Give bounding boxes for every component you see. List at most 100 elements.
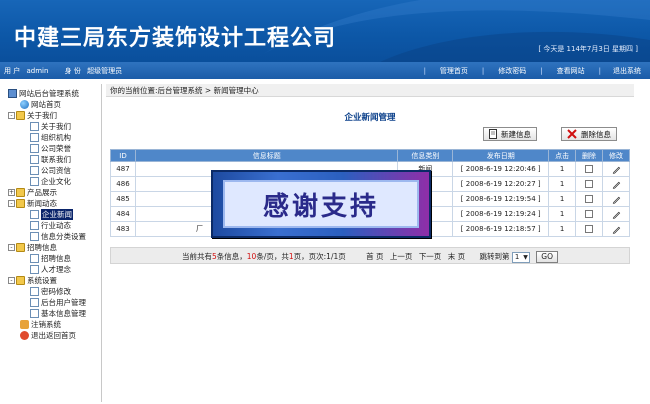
tree-item-company-news[interactable]: 企业新闻 — [30, 209, 73, 220]
cell-edit — [602, 221, 630, 237]
page-select[interactable]: 1 ▼ — [511, 251, 530, 263]
nav-link-logout[interactable]: 退出系统 — [604, 66, 650, 76]
pager-first-link[interactable]: 首 页 — [366, 252, 383, 261]
doc-icon — [30, 221, 39, 230]
tree-label: 注销系统 — [31, 320, 61, 329]
tree-item-organization[interactable]: 组织机构 — [30, 132, 71, 143]
folder-icon — [16, 188, 25, 197]
tree-folder-system[interactable]: - 系统设置 — [8, 275, 57, 286]
cell-edit — [602, 161, 630, 177]
cell-id: 485 — [110, 191, 136, 207]
cell-clicks: 1 — [548, 161, 577, 177]
tree-label: 企业新闻 — [41, 209, 73, 220]
new-item-button[interactable]: 新建信息 — [483, 127, 537, 141]
tree-item-logout[interactable]: 注销系统 — [20, 319, 61, 330]
tree-item-category-settings[interactable]: 信息分类设置 — [30, 231, 86, 242]
tree-label: 后台用户管理 — [41, 298, 86, 307]
tree-item-talent[interactable]: 人才理念 — [30, 264, 71, 275]
cell-delete — [575, 206, 603, 222]
edit-pencil-icon[interactable] — [612, 165, 621, 174]
nav-link-admin-home[interactable]: 管理首页 — [429, 66, 479, 76]
edit-pencil-icon[interactable] — [612, 210, 621, 219]
user-info: 用 户 admin 身 份 超级管理员 — [4, 66, 126, 76]
column-header-date: 发布日期 — [452, 149, 550, 162]
edit-pencil-icon[interactable] — [612, 225, 621, 234]
cell-date: [ 2008-6-19 12:20:46 ] — [452, 161, 550, 177]
nav-link-view-site[interactable]: 查看网站 — [546, 66, 596, 76]
tree-label: 招聘信息 — [27, 243, 57, 252]
pager-next-link[interactable]: 下一页 — [419, 252, 442, 261]
column-header-title: 信息标题 — [134, 149, 399, 162]
doc-icon — [30, 232, 39, 241]
collapse-icon[interactable]: - — [8, 277, 15, 284]
page-select-value: 1 — [514, 252, 520, 261]
delete-checkbox[interactable] — [585, 165, 594, 173]
tree-label: 网站后台管理系统 — [19, 89, 79, 98]
pager-current: 1/1 — [326, 252, 339, 261]
cell-edit — [602, 206, 630, 222]
tree-item-contact[interactable]: 联系我们 — [30, 154, 71, 165]
tree-label: 公司荣誉 — [41, 144, 71, 153]
chevron-down-icon: ▼ — [523, 253, 528, 261]
cell-date: [ 2008-6-19 12:18:57 ] — [452, 221, 550, 237]
go-button[interactable]: GO — [536, 251, 558, 263]
cell-id: 483 — [110, 221, 136, 237]
collapse-icon[interactable]: - — [8, 112, 15, 119]
tree-label: 公司资信 — [41, 166, 71, 175]
edit-pencil-icon[interactable] — [612, 180, 621, 189]
nav-separator: | — [598, 66, 601, 75]
cell-date: [ 2008-6-19 12:19:54 ] — [452, 191, 550, 207]
cell-delete — [575, 191, 603, 207]
cell-clicks: 1 — [548, 191, 577, 207]
key-icon — [20, 320, 29, 329]
tree-folder-recruit[interactable]: - 招聘信息 — [8, 242, 57, 253]
nav-link-change-password[interactable]: 修改密码 — [487, 66, 537, 76]
tree-folder-products[interactable]: + 产品展示 — [8, 187, 57, 198]
tree-item-user-admin[interactable]: 后台用户管理 — [30, 297, 86, 308]
pager-prev-link[interactable]: 上一页 — [390, 252, 413, 261]
tree-label: 行业动态 — [41, 221, 71, 230]
tree-item-basic-info[interactable]: 基本信息管理 — [30, 308, 86, 319]
tree-item-about[interactable]: 关于我们 — [30, 121, 71, 132]
doc-icon — [30, 177, 39, 186]
edit-pencil-icon[interactable] — [612, 195, 621, 204]
delete-checkbox[interactable] — [585, 225, 594, 233]
collapse-icon[interactable]: - — [8, 200, 15, 207]
delete-checkbox[interactable] — [585, 195, 594, 203]
pager-mid1: 条信息， — [216, 252, 247, 261]
tree-item-credentials[interactable]: 公司资信 — [30, 165, 71, 176]
cell-edit — [602, 176, 630, 192]
user-value: admin — [26, 67, 49, 75]
jump-label: 跳转到第 — [479, 252, 510, 261]
thanks-overlay-banner: 感谢支持 — [211, 170, 431, 238]
cell-clicks: 1 — [548, 176, 577, 192]
tree-item-recruit-info[interactable]: 招聘信息 — [30, 253, 71, 264]
tree-item-exit-home[interactable]: 退出返回首页 — [20, 330, 76, 341]
header-banner: 中建三局东方装饰设计工程公司 [ 今天是 114年7月3日 星期四 ] — [0, 0, 650, 62]
tree-item-site-home[interactable]: 网站首页 — [20, 99, 61, 110]
pager-last-link[interactable]: 末 页 — [448, 252, 465, 261]
tree-item-change-password[interactable]: 密码修改 — [30, 286, 71, 297]
delete-item-button[interactable]: 删除信息 — [561, 127, 617, 141]
pager-per-page: 10 — [246, 252, 257, 261]
doc-icon — [30, 133, 39, 142]
tree-item-honors[interactable]: 公司荣誉 — [30, 143, 71, 154]
tree-label: 组织机构 — [41, 133, 71, 142]
folder-icon — [16, 199, 25, 208]
tree-root[interactable]: 网站后台管理系统 — [8, 88, 79, 99]
top-navbar: 用 户 admin 身 份 超级管理员 | 管理首页 | 修改密码 | 查看网站… — [0, 62, 650, 79]
tree-label: 新闻动态 — [27, 199, 57, 208]
collapse-icon[interactable]: - — [8, 244, 15, 251]
column-header-delete: 删除 — [575, 149, 603, 162]
tree-folder-news[interactable]: - 新闻动态 — [8, 198, 57, 209]
expand-icon[interactable]: + — [8, 189, 15, 196]
tree-label: 密码修改 — [41, 287, 71, 296]
tree-item-culture[interactable]: 企业文化 — [30, 176, 71, 187]
cell-date: [ 2008-6-19 12:20:27 ] — [452, 176, 550, 192]
delete-checkbox[interactable] — [585, 180, 594, 188]
tree-item-industry-news[interactable]: 行业动态 — [30, 220, 71, 231]
delete-checkbox[interactable] — [585, 210, 594, 218]
tree-folder-about[interactable]: - 关于我们 — [8, 110, 57, 121]
tree-label: 关于我们 — [41, 122, 71, 131]
doc-icon — [30, 166, 39, 175]
